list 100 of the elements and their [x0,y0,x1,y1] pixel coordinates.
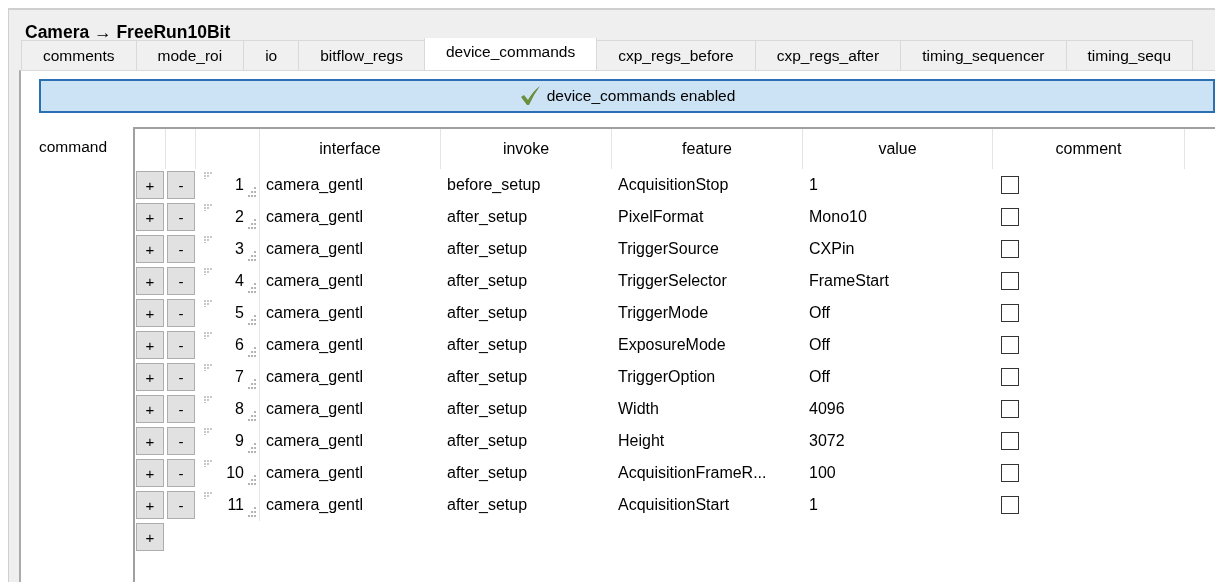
checkbox[interactable] [1001,272,1019,290]
column-header: interface [260,129,441,169]
add-row-button[interactable]: + [136,171,164,199]
resize-grip-icon[interactable] [246,411,257,421]
table-cell-text: AcquisitionStart [617,495,731,515]
table-cell-text: Height [617,431,666,451]
table-cell-text: after_setup [446,207,529,227]
add-row-button[interactable]: + [136,267,164,295]
checkbox[interactable] [1001,368,1019,386]
resize-grip-icon[interactable] [246,251,257,261]
table-cell-text: after_setup [446,399,529,419]
drag-handle-icon[interactable] [204,460,213,467]
row-number: 1 [235,176,244,194]
table-cell-text: camera_gentl [265,239,364,259]
drag-handle-icon[interactable] [204,172,213,179]
checkmark-icon [518,85,541,107]
add-row-button[interactable]: + [136,395,164,423]
add-row-button[interactable]: + [136,203,164,231]
table-cell-text: after_setup [446,431,529,451]
resize-grip-icon[interactable] [246,315,257,325]
remove-row-button[interactable]: - [167,491,195,519]
checkbox[interactable] [1001,336,1019,354]
drag-handle-icon[interactable] [204,396,213,403]
checkbox[interactable] [1001,304,1019,322]
drag-handle-icon[interactable] [204,236,213,243]
row-number: 6 [235,336,244,354]
checkbox[interactable] [1001,496,1019,514]
drag-handle-icon[interactable] [204,268,213,275]
table-cell-text: CXPin [808,239,856,259]
field-label: command [38,137,109,157]
table-cell-text: before_setup [446,175,542,195]
resize-grip-icon[interactable] [246,475,257,485]
table-cell-text: TriggerOption [617,367,717,387]
row-number: 8 [235,400,244,418]
tab[interactable]: comments [21,40,137,70]
table-cell-text: FrameStart [808,271,890,291]
row-number: 2 [235,208,244,226]
table-cell-text: camera_gentl [265,463,364,483]
table-cell-text: camera_gentl [265,175,364,195]
drag-handle-icon[interactable] [204,492,213,499]
drag-handle-icon[interactable] [204,300,213,307]
resize-grip-icon[interactable] [246,443,257,453]
checkbox[interactable] [1001,208,1019,226]
remove-row-button[interactable]: - [167,299,195,327]
table-cell-text: Mono10 [808,207,868,227]
add-row-button[interactable]: + [136,363,164,391]
add-row-button[interactable]: + [136,331,164,359]
table-cell-text: after_setup [446,495,529,515]
table-cell-text: 1 [808,495,819,515]
table-cell-text: camera_gentl [265,495,364,515]
add-row-button[interactable]: + [136,427,164,455]
table-cell-text: ExposureMode [617,335,727,355]
drag-handle-icon[interactable] [204,204,213,211]
column-header: value [803,129,993,169]
table-cell-text: TriggerSource [617,239,720,259]
table-cell-text: camera_gentl [265,431,364,451]
row-number: 5 [235,304,244,322]
table-cell-text: after_setup [446,271,529,291]
tab[interactable]: device_commands [423,38,598,70]
add-row-button[interactable]: + [136,235,164,263]
row-number: 10 [226,464,244,482]
table-cell-text: camera_gentl [265,367,364,387]
row-number: 11 [227,496,244,514]
remove-row-button[interactable]: - [167,203,195,231]
add-row-button[interactable]: + [136,299,164,327]
table-cell-text: TriggerMode [617,303,710,323]
table-cell-text: after_setup [446,335,529,355]
resize-grip-icon[interactable] [246,379,257,389]
checkbox[interactable] [1001,432,1019,450]
add-row-button[interactable]: + [136,523,164,551]
row-number: 7 [235,368,244,386]
checkbox[interactable] [1001,240,1019,258]
remove-row-button[interactable]: - [167,235,195,263]
remove-row-button[interactable]: - [167,427,195,455]
table-cell-text: camera_gentl [265,399,364,419]
remove-row-button[interactable]: - [167,459,195,487]
resize-grip-icon[interactable] [246,347,257,357]
drag-handle-icon[interactable] [204,428,213,435]
remove-row-button[interactable]: - [167,171,195,199]
remove-row-button[interactable]: - [167,395,195,423]
table-cell-text: after_setup [446,463,529,483]
checkbox[interactable] [1001,464,1019,482]
checkbox[interactable] [1001,176,1019,194]
table-cell-text: 1 [808,175,819,195]
remove-row-button[interactable]: - [167,331,195,359]
drag-handle-icon[interactable] [204,332,213,339]
remove-row-button[interactable]: - [167,267,195,295]
resize-grip-icon[interactable] [246,507,257,517]
remove-row-button[interactable]: - [167,363,195,391]
add-row-button[interactable]: + [136,459,164,487]
resize-grip-icon[interactable] [246,283,257,293]
column-header: comment [993,129,1185,169]
resize-grip-icon[interactable] [246,187,257,197]
tab[interactable]: timing_sequ [1065,40,1194,70]
drag-handle-icon[interactable] [204,364,213,371]
table-cell-text: TriggerSelector [617,271,728,291]
row-number: 3 [235,240,244,258]
resize-grip-icon[interactable] [246,219,257,229]
checkbox[interactable] [1001,400,1019,418]
add-row-button[interactable]: + [136,491,164,519]
